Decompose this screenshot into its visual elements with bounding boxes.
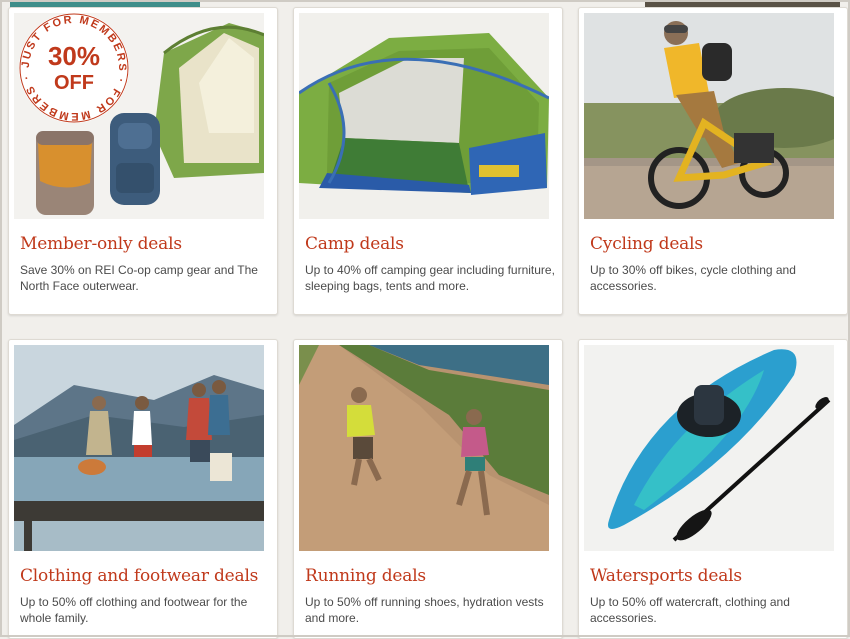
card-title[interactable]: Camp deals	[305, 234, 404, 254]
card-title[interactable]: Member-only deals	[20, 234, 182, 254]
deal-card-clothing-footwear[interactable]: Clothing and footwear deals Up to 50% of…	[8, 339, 278, 639]
running-deals-image	[299, 345, 549, 551]
card-title[interactable]: Clothing and footwear deals	[20, 566, 258, 586]
card-description: Up to 30% off bikes, cycle clothing and …	[590, 263, 796, 293]
watersports-deals-image	[584, 345, 834, 551]
cycling-deals-image	[584, 13, 834, 219]
card-description: Save 30% on REI Co-op camp gear and The …	[20, 263, 258, 293]
camp-deals-image	[299, 13, 549, 219]
badge-off: OFF	[54, 72, 94, 94]
deal-card-member-only[interactable]: JUST FOR MEMBERS · FOR MEMBERS · 30% OFF…	[8, 7, 278, 315]
card-title[interactable]: Cycling deals	[590, 234, 703, 254]
clothing-deals-image	[14, 345, 264, 551]
deal-card-watersports[interactable]: Watersports deals Up to 50% off watercra…	[578, 339, 848, 639]
card-title[interactable]: Running deals	[305, 566, 426, 586]
member-deals-image: JUST FOR MEMBERS · FOR MEMBERS · 30% OFF	[14, 13, 264, 219]
deal-card-running[interactable]: Running deals Up to 50% off running shoe…	[293, 339, 563, 639]
badge-percent: 30%	[48, 41, 100, 71]
card-description: Up to 50% off clothing and footwear for …	[20, 595, 248, 625]
deal-card-cycling[interactable]: Cycling deals Up to 30% off bikes, cycle…	[578, 7, 848, 315]
deal-card-camp[interactable]: Camp deals Up to 40% off camping gear in…	[293, 7, 563, 315]
card-description: Up to 40% off camping gear including fur…	[305, 263, 555, 293]
card-title[interactable]: Watersports deals	[590, 566, 742, 586]
card-description: Up to 50% off running shoes, hydration v…	[305, 595, 544, 625]
card-description: Up to 50% off watercraft, clothing and a…	[590, 595, 790, 625]
